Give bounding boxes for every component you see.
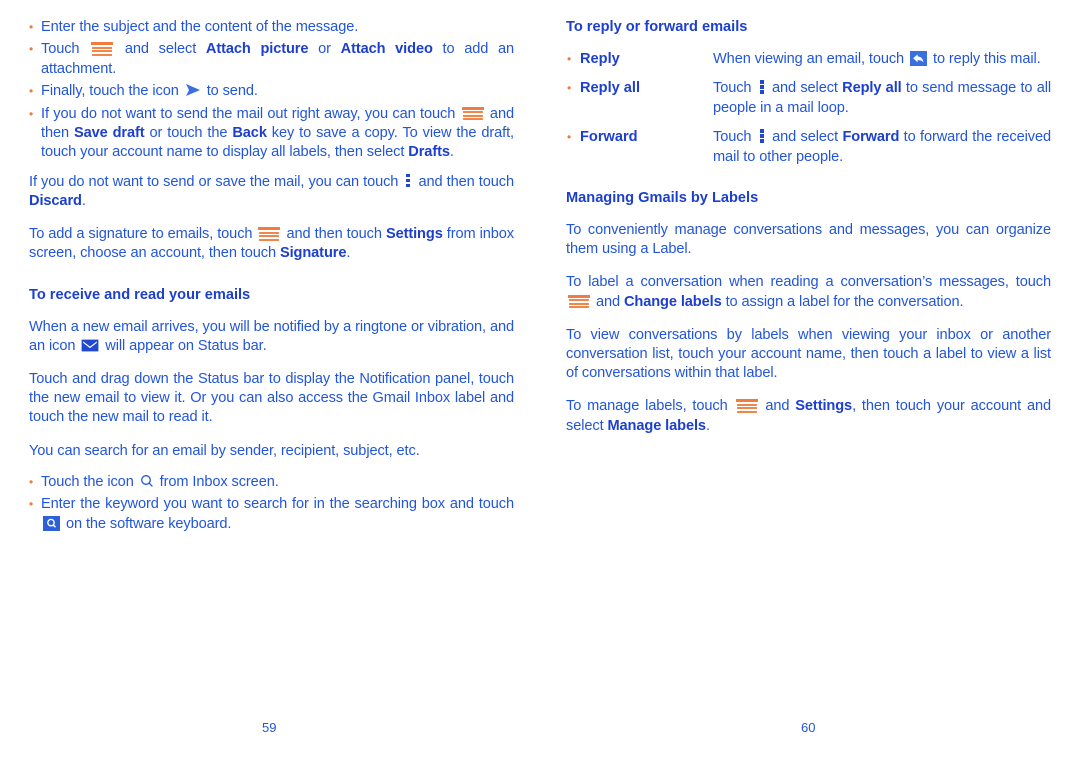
reply-button-icon	[910, 51, 928, 66]
emphasis-term: Discard	[29, 193, 82, 210]
body-paragraph: To conveniently manage conversations and…	[566, 222, 1051, 258]
send-icon	[185, 83, 201, 97]
new-mail-icon	[81, 339, 99, 352]
menu-icon	[258, 227, 281, 241]
managing-labels-heading: Managing Gmails by Labels	[566, 190, 759, 207]
body-paragraph: To label a conversation when reading a c…	[566, 274, 1051, 310]
signature-paragraph: To add a signature to emails, touch and …	[29, 226, 514, 262]
emphasis-term: Attach picture	[205, 41, 309, 58]
menu-icon	[568, 294, 590, 309]
discard-paragraph: If you do not want to send or save the m…	[29, 173, 514, 210]
manual-page-spread: Enter the subject and the content of the…	[0, 0, 1080, 767]
body-paragraph: To view conversations by labels when vie…	[566, 326, 1051, 382]
menu-icon	[91, 42, 114, 56]
search-intro-paragraph: You can search for an email by sender, r…	[29, 442, 420, 459]
compose-bullet-list: Enter the subject and the content of the…	[29, 17, 514, 163]
menu-icon	[735, 399, 758, 413]
search-icon	[140, 474, 154, 488]
emphasis-term: Signature	[279, 245, 347, 262]
emphasis-term: Settings	[795, 398, 853, 415]
search-button-icon	[43, 515, 60, 531]
page-number-left: 59	[262, 720, 277, 735]
list-item: Touch and select Attach picture or Attac…	[29, 39, 514, 79]
emphasis-term: Reply all	[842, 80, 902, 97]
notification-panel-paragraph: Touch and drag down the Status bar to di…	[29, 371, 514, 426]
definition-term: Forward	[566, 127, 713, 148]
managing-labels-paragraphs: To conveniently manage conversations and…	[566, 221, 1051, 436]
emphasis-term: Manage labels	[607, 417, 706, 434]
reply-forward-heading: To reply or forward emails	[566, 19, 748, 35]
definition-description: When viewing an email, touch to reply th…	[713, 51, 1041, 67]
definition-term: Reply	[566, 49, 713, 70]
page-number-right: 60	[801, 720, 816, 735]
body-paragraph: To manage labels, touch and Settings, th…	[566, 398, 1051, 434]
overflow-menu-icon	[759, 129, 765, 143]
list-item: If you do not want to send the mail out …	[29, 104, 514, 163]
emphasis-term: Settings	[385, 226, 443, 243]
receive-read-heading: To receive and read your emails	[29, 286, 251, 303]
emphasis-term: Back	[232, 125, 267, 142]
definition-row: Reply allTouch and select Reply all to s…	[566, 78, 1052, 118]
right-page-column: To reply or forward emails ReplyWhen vie…	[566, 18, 1051, 450]
search-bullet-list: Touch the icon from Inbox screen.Enter t…	[29, 472, 514, 534]
definition-row: ReplyWhen viewing an email, touch to rep…	[566, 49, 1051, 70]
overflow-menu-icon	[405, 173, 411, 188]
overflow-menu-icon	[759, 80, 765, 94]
reply-forward-definition-list: ReplyWhen viewing an email, touch to rep…	[566, 49, 1052, 167]
left-page-column: Enter the subject and the content of the…	[29, 17, 514, 544]
new-mail-notification-paragraph: When a new email arrives, you will be no…	[29, 318, 514, 354]
emphasis-term: Drafts	[408, 144, 450, 161]
definition-description: Touch and select Forward to forward the …	[713, 129, 1051, 165]
menu-icon	[461, 106, 484, 121]
definition-description: Touch and select Reply all to send messa…	[713, 80, 1052, 116]
definition-row: ForwardTouch and select Forward to forwa…	[566, 127, 1051, 167]
list-item: Enter the keyword you want to search for…	[29, 494, 514, 534]
definition-term: Reply all	[566, 78, 713, 99]
emphasis-term: Save draft	[73, 125, 145, 142]
list-item: Touch the icon from Inbox screen.	[29, 472, 514, 493]
emphasis-term: Change labels	[623, 293, 722, 310]
list-item: Enter the subject and the content of the…	[29, 17, 514, 38]
emphasis-term: Attach video	[340, 41, 433, 58]
list-item: Finally, touch the icon to send.	[29, 81, 514, 102]
emphasis-term: Forward	[842, 129, 900, 146]
